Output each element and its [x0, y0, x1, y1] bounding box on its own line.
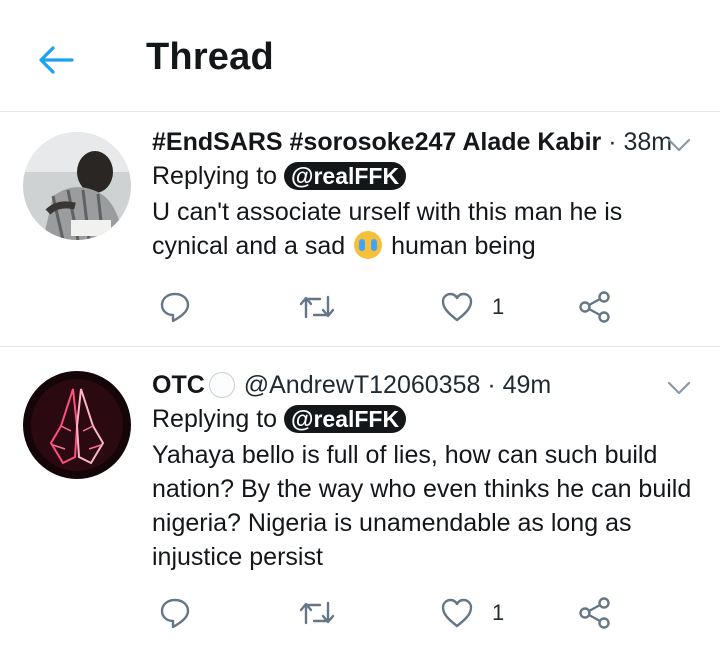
like-button[interactable]: 1 [440, 287, 504, 327]
mention-link[interactable]: @realFFK [284, 162, 407, 190]
replying-to-line: Replying to @realFFK [152, 404, 700, 434]
top-bar: Thread [0, 0, 720, 112]
heart-icon [441, 292, 473, 322]
back-button[interactable] [34, 38, 78, 82]
timestamp[interactable]: 49m [503, 371, 552, 399]
like-count: 1 [492, 294, 505, 319]
replying-prefix: Replying to [152, 162, 278, 190]
author-name[interactable]: OTC [152, 371, 205, 399]
tweet-text: U can't associate urself with this man h… [152, 195, 700, 263]
tweet-text: Yahaya bello is full of lies, how can su… [152, 441, 692, 571]
like-count: 1 [492, 600, 505, 625]
share-button[interactable] [578, 593, 612, 633]
reply-icon [160, 292, 190, 323]
avatar[interactable] [23, 132, 131, 240]
chevron-down-icon[interactable] [666, 378, 692, 398]
reply-button[interactable] [158, 593, 192, 633]
tweet[interactable]: OTC @AndrewT12060358 · 49m Replying to @… [0, 348, 720, 657]
replying-prefix: Replying to [152, 405, 278, 433]
author-name[interactable]: #EndSARS #sorosoke247 Alade Kabir [152, 128, 601, 156]
back-arrow-icon [39, 46, 74, 74]
retweet-button[interactable] [298, 287, 336, 327]
author-handle[interactable]: @AndrewT12060358 [244, 371, 481, 399]
share-icon [579, 291, 610, 323]
tweet-actions: 1 [152, 287, 632, 327]
share-button[interactable] [578, 287, 612, 327]
page-title: Thread [146, 36, 274, 78]
tweet-content: #EndSARS #sorosoke247 Alade Kabir · 38m … [152, 127, 700, 263]
chevron-down-icon[interactable] [666, 135, 692, 155]
tweet[interactable]: #EndSARS #sorosoke247 Alade Kabir · 38m … [0, 113, 720, 347]
reply-icon [160, 598, 190, 629]
retweet-icon [299, 295, 335, 319]
tweet-header: OTC @AndrewT12060358 · 49m [152, 370, 700, 400]
retweet-icon [299, 601, 335, 625]
reply-button[interactable] [158, 287, 192, 327]
separator-dot: · [608, 128, 617, 156]
mention-link[interactable]: @realFFK [284, 405, 407, 433]
tweet-header: #EndSARS #sorosoke247 Alade Kabir · 38m [152, 127, 700, 157]
tweet-text-part: human being [384, 232, 536, 260]
timestamp[interactable]: 38m [623, 128, 672, 156]
heart-icon [441, 598, 473, 628]
status-circle-icon [208, 372, 235, 398]
share-icon [579, 597, 610, 629]
like-button[interactable]: 1 [440, 593, 504, 633]
separator-dot: · [487, 371, 496, 399]
retweet-button[interactable] [298, 593, 336, 633]
avatar[interactable] [23, 371, 131, 479]
crying-face-emoji-icon [354, 231, 383, 259]
tweet-content: OTC @AndrewT12060358 · 49m Replying to @… [152, 370, 700, 574]
tweet-actions: 1 [152, 593, 632, 633]
replying-to-line: Replying to @realFFK [152, 161, 700, 191]
